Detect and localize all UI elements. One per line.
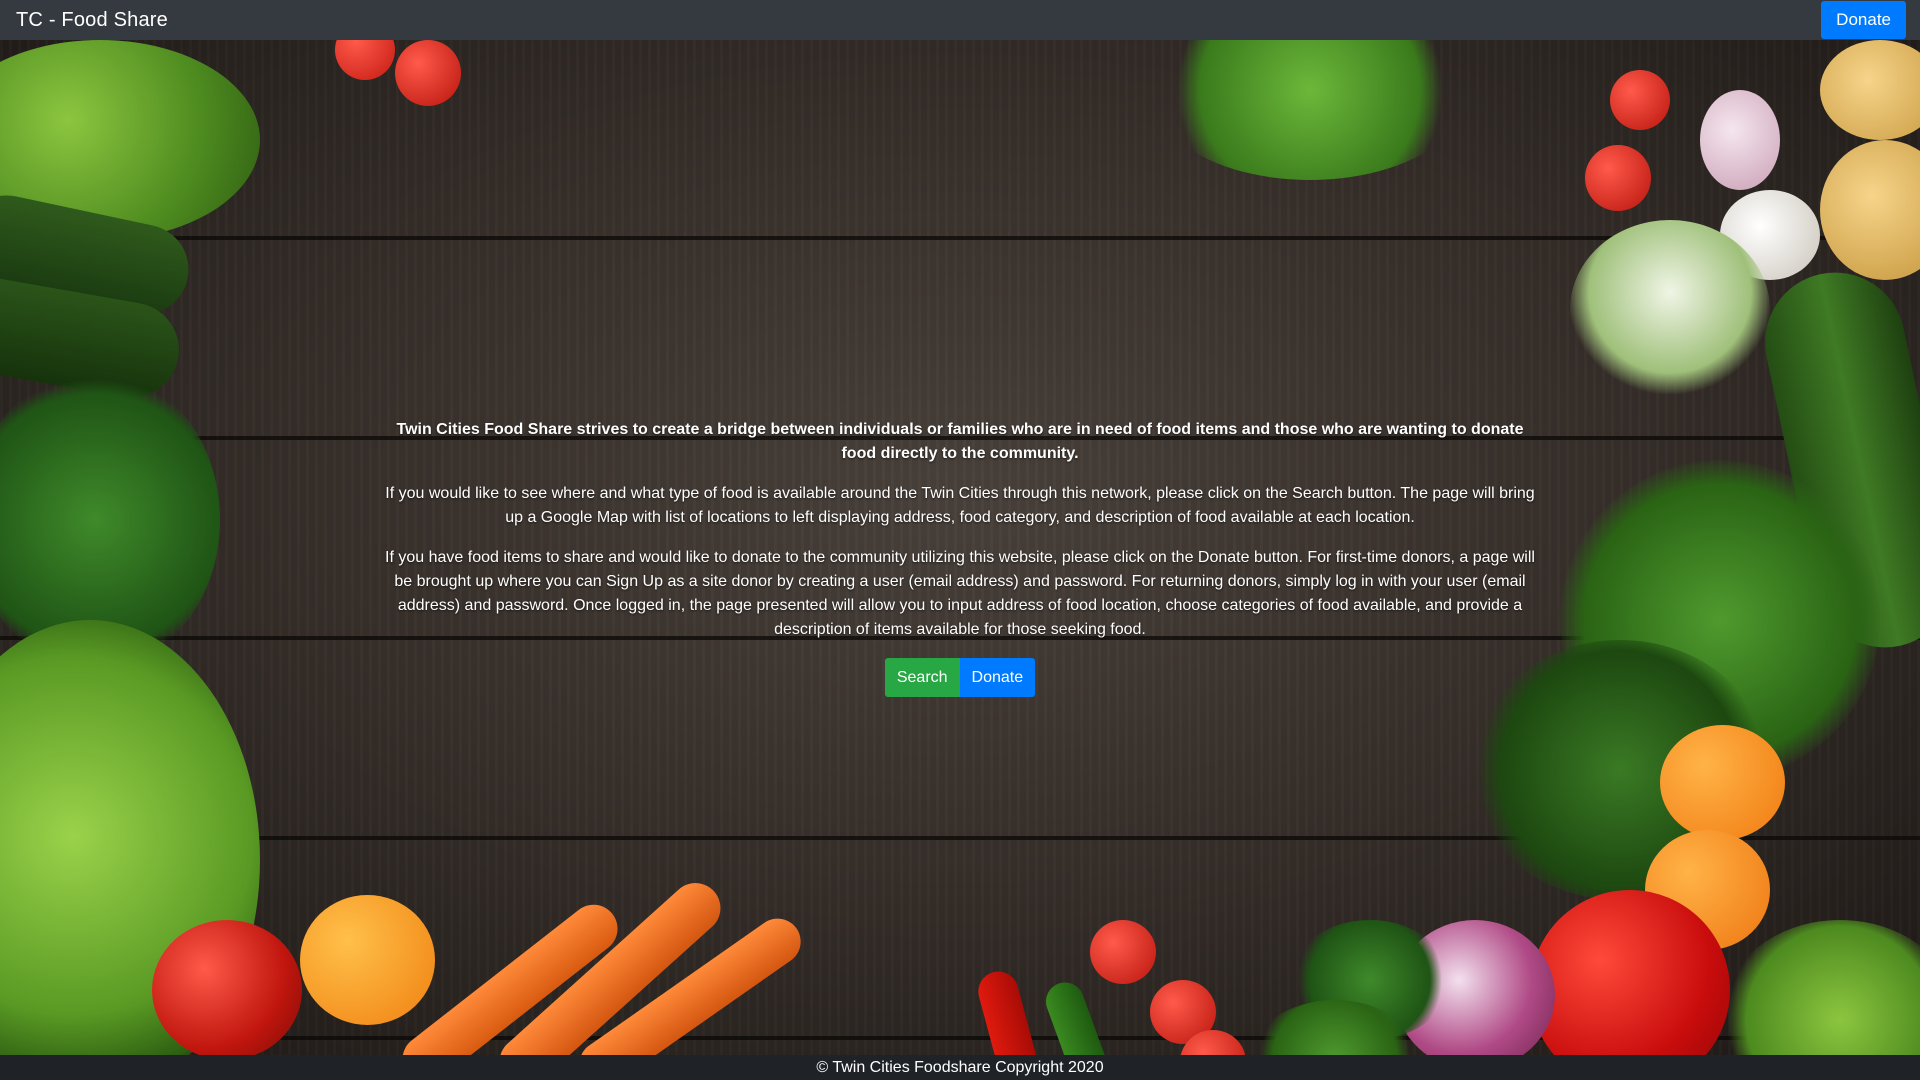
action-button-group: Search Donate	[380, 658, 1540, 697]
lettuce-decoration	[1720, 920, 1920, 1055]
tomato-decoration	[335, 40, 395, 80]
tomato-decoration	[1585, 145, 1651, 211]
search-button[interactable]: Search	[884, 658, 960, 697]
orange-tomato-decoration	[1660, 725, 1785, 840]
tomato-decoration	[152, 920, 302, 1055]
top-navbar: TC - Food Share Donate	[0, 0, 1920, 40]
navbar-donate-button[interactable]: Donate	[1821, 1, 1906, 39]
garlic-decoration	[1700, 90, 1780, 190]
chili-pepper-decoration	[973, 967, 1047, 1055]
spring-onion-decoration	[1570, 220, 1770, 400]
donate-instructions: If you have food items to share and woul…	[385, 549, 1535, 638]
potato-decoration	[1820, 140, 1920, 280]
donate-button[interactable]: Donate	[959, 658, 1036, 697]
copyright-text: © Twin Cities Foodshare Copyright 2020	[816, 1058, 1104, 1076]
search-instructions: If you would like to see where and what …	[385, 485, 1535, 526]
tomato-decoration	[1610, 70, 1670, 130]
page-footer: © Twin Cities Foodshare Copyright 2020	[0, 1055, 1920, 1080]
potato-decoration	[1820, 40, 1920, 140]
chili-pepper-decoration	[1040, 977, 1118, 1055]
cherry-tomato-decoration	[1090, 920, 1156, 984]
mission-statement: Twin Cities Food Share strives to create…	[396, 421, 1524, 462]
orange-tomato-decoration	[300, 895, 435, 1025]
tomato-decoration	[395, 40, 461, 106]
lettuce-decoration	[1150, 40, 1470, 180]
intro-section: Twin Cities Food Share strives to create…	[380, 418, 1540, 697]
site-brand[interactable]: TC - Food Share	[0, 9, 168, 32]
